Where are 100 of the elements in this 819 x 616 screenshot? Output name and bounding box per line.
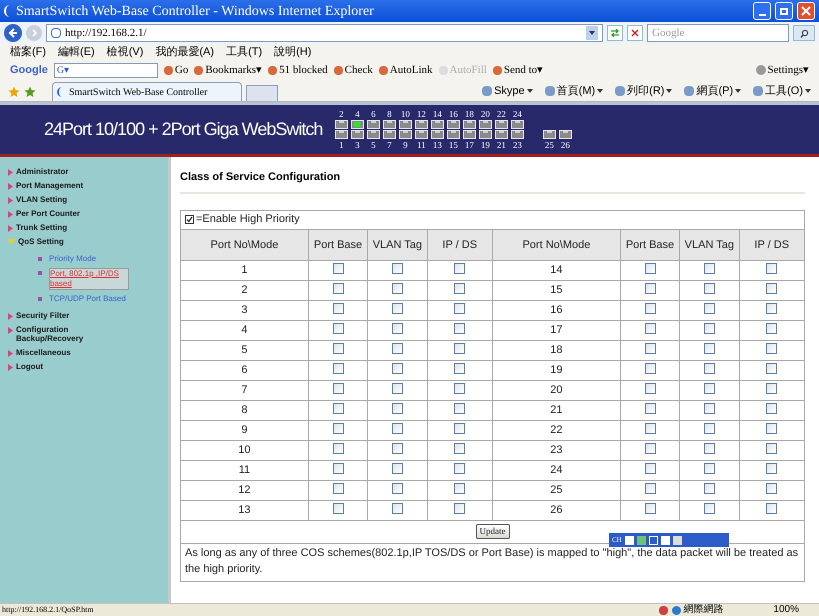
command-button[interactable]: 首頁(M) bbox=[544, 86, 604, 96]
checkbox[interactable] bbox=[332, 363, 344, 374]
checkbox[interactable] bbox=[766, 383, 778, 394]
checkbox[interactable] bbox=[392, 323, 403, 334]
menu-item[interactable]: 工具(T) bbox=[226, 46, 262, 58]
sidebar-item[interactable]: Administrator bbox=[16, 167, 96, 176]
checkbox[interactable] bbox=[332, 403, 344, 414]
sidebar-item[interactable]: Logout bbox=[16, 362, 96, 371]
close-button[interactable] bbox=[797, 2, 815, 20]
checkbox[interactable] bbox=[704, 263, 715, 274]
checkbox[interactable] bbox=[704, 363, 715, 374]
checkbox[interactable] bbox=[766, 443, 778, 454]
settings-button[interactable]: Settings▾ bbox=[756, 64, 809, 76]
checkbox[interactable] bbox=[644, 403, 656, 414]
checkbox[interactable] bbox=[644, 263, 656, 274]
checkbox[interactable] bbox=[644, 463, 656, 474]
checkbox[interactable] bbox=[644, 303, 656, 314]
toolbar-button[interactable]: 51 blocked bbox=[268, 64, 328, 76]
checkbox[interactable] bbox=[332, 263, 344, 274]
search-button[interactable] bbox=[793, 25, 815, 41]
menu-item[interactable]: 我的最愛(A) bbox=[155, 46, 214, 58]
checkbox[interactable] bbox=[644, 343, 656, 354]
checkbox[interactable] bbox=[766, 303, 778, 314]
checkbox[interactable] bbox=[766, 323, 778, 334]
checkbox[interactable] bbox=[454, 363, 466, 374]
checkbox[interactable] bbox=[644, 443, 656, 454]
checkbox[interactable] bbox=[704, 463, 715, 474]
checkbox[interactable] bbox=[454, 303, 466, 314]
checkbox[interactable] bbox=[704, 423, 715, 434]
checkbox[interactable] bbox=[644, 383, 656, 394]
checkbox[interactable] bbox=[332, 323, 344, 334]
command-button[interactable]: Skype bbox=[482, 86, 533, 96]
checkbox[interactable] bbox=[766, 343, 778, 354]
checkbox[interactable] bbox=[644, 363, 656, 374]
checkbox[interactable] bbox=[392, 403, 403, 414]
stop-button[interactable] bbox=[627, 25, 643, 41]
sidebar-item[interactable]: Per Port Counter bbox=[16, 209, 96, 218]
sidebar-item[interactable]: VLAN Setting bbox=[16, 195, 96, 204]
checkbox[interactable] bbox=[644, 423, 656, 434]
checkbox[interactable] bbox=[704, 383, 715, 394]
checkbox[interactable] bbox=[766, 463, 778, 474]
restore-button[interactable] bbox=[775, 2, 793, 20]
toolbar-button[interactable]: AutoLink bbox=[378, 64, 433, 76]
checkbox[interactable] bbox=[454, 263, 466, 274]
checkbox[interactable] bbox=[332, 343, 344, 354]
checkbox[interactable] bbox=[332, 443, 344, 454]
search-field[interactable]: Google bbox=[647, 24, 789, 42]
toolbar-button[interactable]: Bookmarks▾ bbox=[194, 64, 262, 76]
zoom-control[interactable]: 100% bbox=[773, 605, 819, 615]
back-button[interactable] bbox=[4, 24, 22, 42]
checkbox[interactable] bbox=[704, 323, 715, 334]
refresh-button[interactable] bbox=[607, 25, 623, 41]
checkbox[interactable] bbox=[644, 483, 656, 494]
checkbox[interactable] bbox=[454, 283, 466, 294]
checkbox[interactable] bbox=[392, 423, 403, 434]
sidebar-item[interactable]: Port Management bbox=[16, 181, 96, 190]
star-icon[interactable] bbox=[8, 86, 20, 98]
menu-item[interactable]: 檢視(V) bbox=[106, 46, 144, 58]
checkbox[interactable] bbox=[766, 483, 778, 494]
checkbox[interactable] bbox=[392, 463, 403, 474]
checkbox[interactable] bbox=[454, 383, 466, 394]
menu-item[interactable]: 說明(H) bbox=[274, 46, 312, 58]
checkbox[interactable] bbox=[766, 403, 778, 414]
checkbox[interactable] bbox=[454, 463, 466, 474]
checkbox[interactable] bbox=[704, 303, 715, 314]
checkbox[interactable] bbox=[704, 403, 715, 414]
checkbox[interactable] bbox=[454, 483, 466, 494]
toolbar-button[interactable]: Go bbox=[164, 64, 188, 76]
checkbox[interactable] bbox=[454, 423, 466, 434]
star-icon[interactable] bbox=[24, 86, 36, 98]
address-field[interactable]: http://192.168.2.1/ bbox=[46, 24, 603, 42]
update-button[interactable]: Update bbox=[476, 524, 510, 540]
dropdown-button[interactable] bbox=[586, 26, 598, 40]
sidebar-item[interactable]: Security Filter bbox=[16, 311, 96, 320]
checkbox[interactable] bbox=[766, 363, 778, 374]
checkbox[interactable] bbox=[766, 283, 778, 294]
checkbox[interactable] bbox=[392, 303, 403, 314]
checkbox[interactable] bbox=[454, 403, 466, 414]
toolbar-button[interactable]: Check bbox=[334, 64, 373, 76]
checkbox[interactable] bbox=[704, 443, 715, 454]
checkbox[interactable] bbox=[766, 423, 778, 434]
checkbox[interactable] bbox=[704, 283, 715, 294]
sidebar-item[interactable]: QoS Setting bbox=[18, 237, 98, 246]
checkbox[interactable] bbox=[332, 503, 344, 514]
checkbox[interactable] bbox=[392, 503, 403, 514]
checkbox[interactable] bbox=[704, 503, 715, 514]
sidebar-item[interactable]: Trunk Setting bbox=[16, 223, 96, 232]
checkbox[interactable] bbox=[392, 383, 403, 394]
sidebar-item[interactable]: Miscellaneous bbox=[16, 348, 96, 357]
checkbox[interactable] bbox=[332, 303, 344, 314]
checkbox[interactable] bbox=[766, 263, 778, 274]
menu-item[interactable]: 檔案(F) bbox=[10, 46, 46, 58]
checkbox[interactable] bbox=[644, 323, 656, 334]
minimize-button[interactable] bbox=[753, 2, 771, 20]
checkbox[interactable] bbox=[454, 443, 466, 454]
checkbox[interactable] bbox=[332, 483, 344, 494]
toolbar-search-field[interactable]: G▾ bbox=[54, 62, 158, 78]
checkbox[interactable] bbox=[454, 503, 466, 514]
checkbox[interactable] bbox=[454, 343, 466, 354]
command-button[interactable]: 網頁(P) bbox=[684, 86, 742, 96]
